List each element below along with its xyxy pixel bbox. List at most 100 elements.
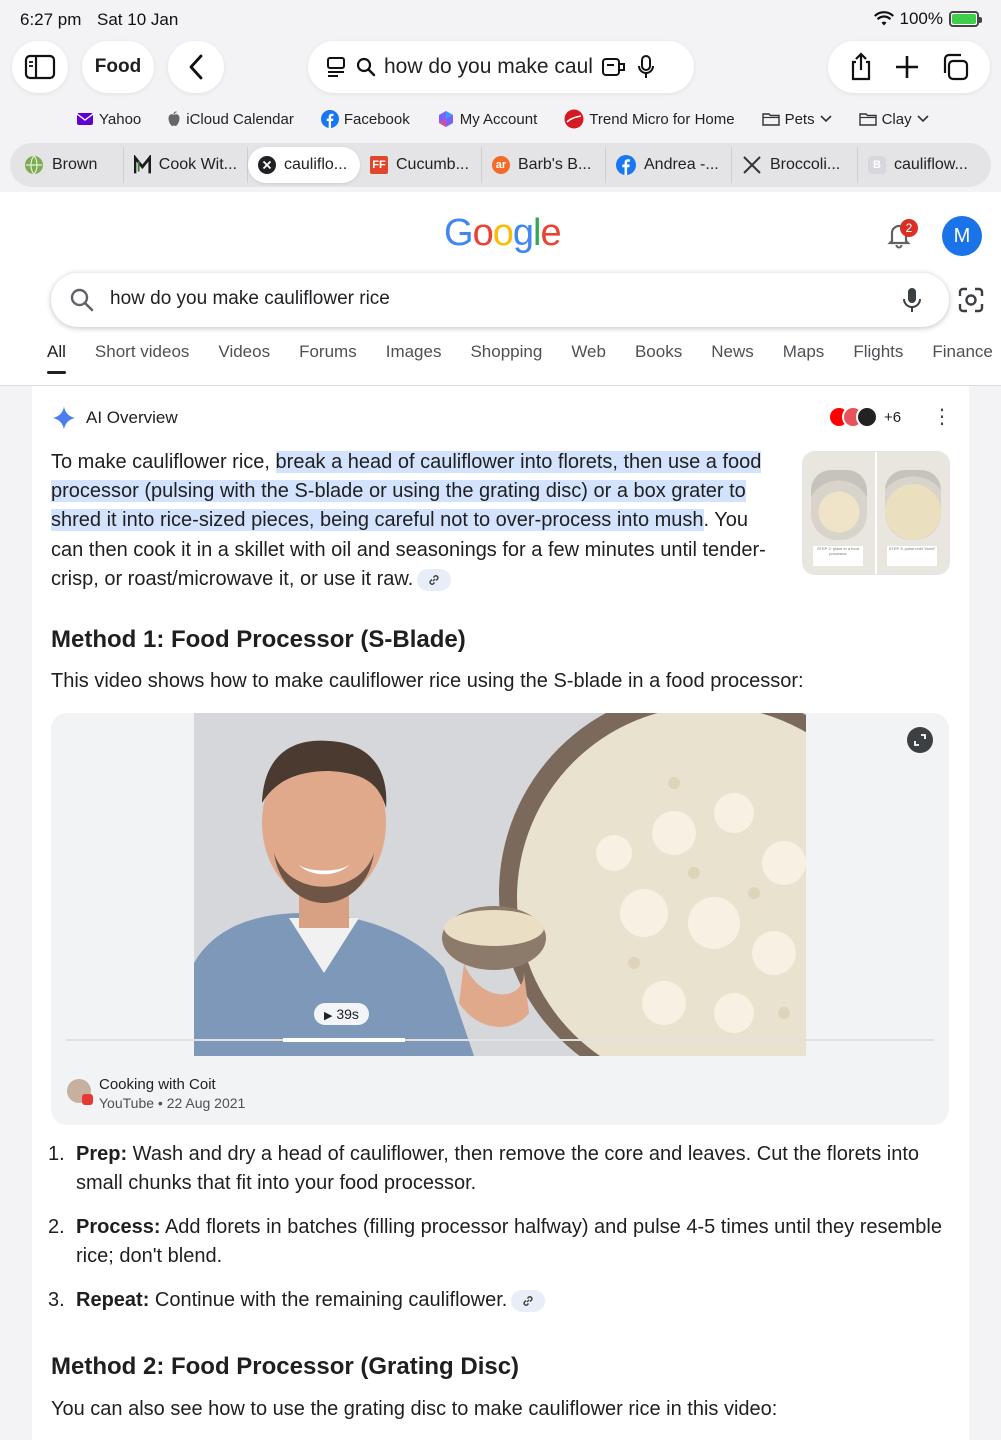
play-icon: ▶ xyxy=(324,1010,333,1022)
nav-tab-shopping[interactable]: Shopping xyxy=(470,342,542,374)
share-icon[interactable] xyxy=(848,52,874,82)
method-1-title: Method 1: Food Processor (S-Blade) xyxy=(51,626,466,653)
bookmark-my-account[interactable]: My Account xyxy=(437,110,537,128)
thumb-label: STEP 3: pulse until "riced" xyxy=(887,546,937,566)
thumbnail-step-3[interactable]: STEP 3: pulse until "riced" xyxy=(877,452,949,574)
ar-logo-icon: ar xyxy=(492,156,510,174)
new-tab-icon[interactable] xyxy=(894,54,920,80)
video-still-image xyxy=(194,713,806,1056)
back-button[interactable] xyxy=(168,41,224,93)
step-title: Repeat: xyxy=(76,1288,150,1311)
ai-overview-title: AI Overview xyxy=(86,408,178,427)
step-text: Add florets in batches (filling processo… xyxy=(76,1215,942,1268)
nav-tab-forums[interactable]: Forums xyxy=(299,342,357,374)
microphone-icon[interactable] xyxy=(636,54,656,80)
nav-tab-maps[interactable]: Maps xyxy=(783,342,825,374)
tab-brown[interactable]: Brown xyxy=(14,147,124,183)
step-title: Prep: xyxy=(76,1143,128,1165)
yahoo-mail-icon xyxy=(76,113,94,125)
tabs-overview-icon[interactable] xyxy=(940,52,970,82)
dark-source-icon xyxy=(856,406,878,428)
browser-toolbar: Food how do you make cauliflower rice xyxy=(0,38,1001,96)
page-menu-icon xyxy=(327,57,345,77)
food-processor-image xyxy=(811,470,867,540)
bookmark-trend-micro[interactable]: Trend Micro for Home xyxy=(564,109,735,129)
citation-link-button[interactable] xyxy=(511,1289,546,1312)
nav-tab-all[interactable]: All xyxy=(47,342,66,374)
sidebar-toggle-button[interactable] xyxy=(12,41,68,93)
list-item: 1. Prep: Wash and dry a head of cauliflo… xyxy=(48,1140,948,1198)
bookmark-facebook[interactable]: Facebook xyxy=(320,110,410,128)
voice-search-icon[interactable] xyxy=(901,286,923,314)
account-avatar[interactable]: M xyxy=(942,216,982,256)
reader-extension-icon[interactable] xyxy=(600,55,628,79)
intro-text-start: To make cauliflower rice, xyxy=(51,451,276,473)
nav-tab-news[interactable]: News xyxy=(711,342,754,374)
google-lens-icon[interactable] xyxy=(957,286,985,314)
trend-micro-icon xyxy=(564,109,584,129)
nav-tab-books[interactable]: Books xyxy=(635,342,682,374)
video-thumbnail[interactable] xyxy=(194,713,806,1056)
sidebar-icon xyxy=(24,54,56,80)
tab-group-button[interactable]: Food xyxy=(82,41,154,93)
bookmark-label: Facebook xyxy=(343,110,410,128)
food-processor-image xyxy=(885,470,941,540)
google-logo[interactable]: Google xyxy=(444,212,562,255)
video-progress-track[interactable] xyxy=(66,1039,934,1041)
microsoft-icon xyxy=(438,111,453,127)
citation-link-button[interactable] xyxy=(417,568,452,591)
channel-name[interactable]: Cooking with Coit xyxy=(99,1076,216,1093)
notifications-badge: 2 xyxy=(900,219,918,237)
status-bar: 6:27 pm Sat 10 Jan 100% xyxy=(0,0,1001,38)
method-1-steps: 1. Prep: Wash and dry a head of cauliflo… xyxy=(48,1140,948,1330)
status-date: Sat 10 Jan xyxy=(97,10,179,29)
tab-andrea[interactable]: Andrea -... xyxy=(606,147,732,183)
more-options-icon[interactable]: ⋮ xyxy=(932,404,952,429)
thumb-label: STEP 2: place in a food processor xyxy=(813,546,863,566)
bookmark-folder-pets[interactable]: Pets xyxy=(761,110,832,128)
bookmark-label: Clay xyxy=(881,110,912,128)
ai-sources-chips[interactable]: +6 xyxy=(828,406,901,428)
list-item: 2. Process: Add florets in batches (fill… xyxy=(48,1213,948,1271)
nav-tab-finance[interactable]: Finance xyxy=(932,342,992,374)
youtube-icon xyxy=(82,1094,93,1105)
tab-cook-with[interactable]: Cook Wit... xyxy=(124,147,248,183)
status-right: 100% xyxy=(873,9,982,29)
expand-video-button[interactable] xyxy=(907,727,933,753)
tab-cauliflower-active[interactable]: cauliflo... xyxy=(248,147,360,183)
nav-tab-flights[interactable]: Flights xyxy=(853,342,903,374)
bookmark-label: Yahoo xyxy=(99,110,142,128)
bookmark-folder-clay[interactable]: Clay xyxy=(858,110,929,128)
step-number: 1. xyxy=(48,1143,65,1165)
nav-tab-web[interactable]: Web xyxy=(571,342,606,374)
thumbnail-step-2[interactable]: STEP 2: place in a food processor xyxy=(803,452,875,574)
ai-overview-thumbnails[interactable]: STEP 2: place in a food processor STEP 3… xyxy=(803,452,949,574)
google-search-box[interactable]: how do you make cauliflower rice xyxy=(51,273,984,327)
tab-cucumber[interactable]: FF Cucumb... xyxy=(360,147,482,183)
tab-bar: Brown Cook Wit... cauliflo... FF Cucumb.… xyxy=(10,143,991,187)
tab-label: Andrea -... xyxy=(644,156,719,173)
ai-overview-wrapper: AI Overview +6 ⋮ To make cauliflower ric… xyxy=(0,386,1001,1440)
nav-tab-images[interactable]: Images xyxy=(386,342,442,374)
nav-tab-short-videos[interactable]: Short videos xyxy=(95,342,190,374)
close-icon[interactable] xyxy=(258,156,276,174)
video-card[interactable]: ▶ 39s Cooking with Coit YouTube • 22 Aug… xyxy=(51,713,949,1125)
nav-tab-videos[interactable]: Videos xyxy=(218,342,270,374)
step-number: 2. xyxy=(48,1215,65,1238)
step-text: Continue with the remaining cauliflower. xyxy=(149,1288,508,1311)
address-bar[interactable]: how do you make cauliflower rice xyxy=(308,41,694,93)
bookmark-label: Pets xyxy=(784,110,815,128)
tab-barbs[interactable]: ar Barb's B... xyxy=(482,147,606,183)
bookmark-icloud-calendar[interactable]: iCloud Calendar xyxy=(167,111,294,128)
bookmark-yahoo[interactable]: Yahoo xyxy=(76,111,141,128)
tab-cauliflower-2[interactable]: B cauliflow... xyxy=(858,147,978,183)
search-query[interactable]: how do you make cauliflower rice xyxy=(110,288,390,310)
chevron-down-icon xyxy=(917,115,929,123)
facebook-icon xyxy=(616,155,636,175)
tab-broccoli[interactable]: Broccoli... xyxy=(732,147,858,183)
bookmarks-bar: Yahoo iCloud Calendar Facebook My Accoun… xyxy=(0,104,1001,134)
folder-icon xyxy=(761,113,780,126)
apple-icon xyxy=(168,111,180,126)
search-icon xyxy=(70,288,94,312)
tab-label: Cucumb... xyxy=(396,156,469,173)
